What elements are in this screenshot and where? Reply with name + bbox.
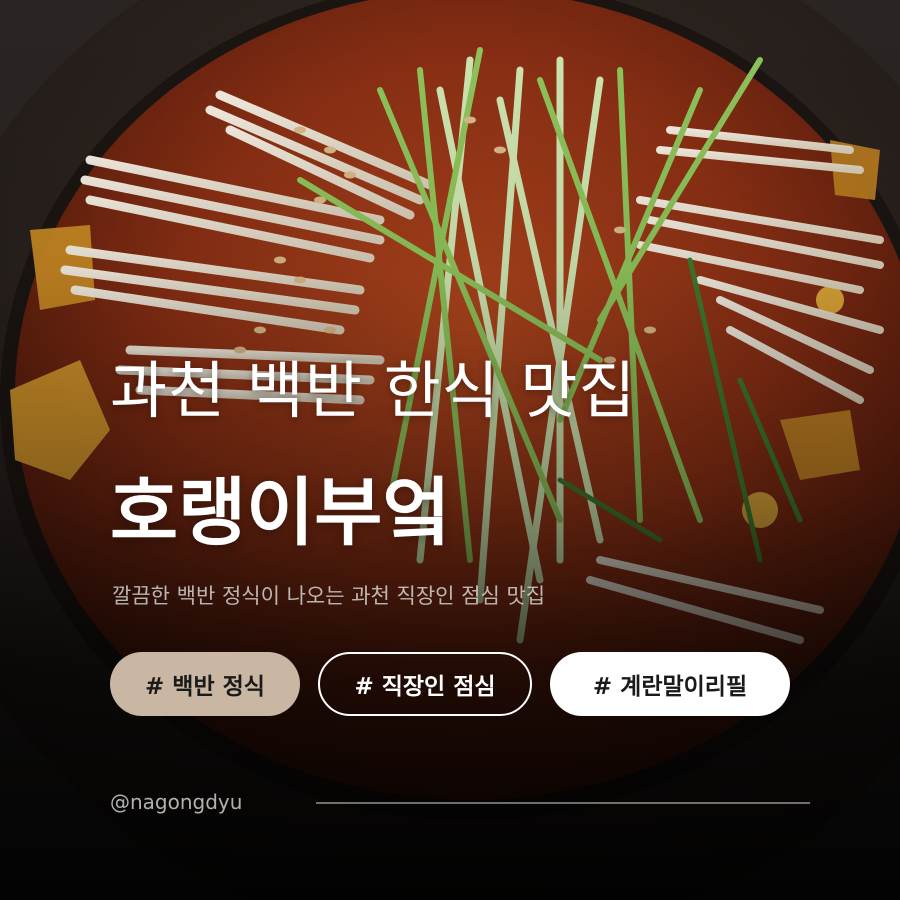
restaurant-name: 호랭이부엌: [110, 470, 451, 556]
promo-card: 과천 백반 한식 맛집 호랭이부엌 깔끔한 백반 정식이 나오는 과천 직장인 …: [0, 0, 900, 900]
headline-category: 과천 백반 한식 맛집: [110, 354, 637, 427]
dark-gradient-overlay: [0, 0, 900, 900]
hashtag-list: # 백반 정식 # 직장인 점심 # 계란말이리필: [110, 652, 790, 716]
divider-line: [316, 802, 810, 804]
tag-baekban: # 백반 정식: [110, 652, 300, 716]
tag-egg-roll-refill: # 계란말이리필: [550, 652, 790, 716]
subtitle: 깔끔한 백반 정식이 나오는 과천 직장인 점심 맛집: [112, 584, 546, 608]
author-handle: @nagongdyu: [110, 790, 243, 814]
tag-office-lunch: # 직장인 점심: [318, 652, 532, 716]
